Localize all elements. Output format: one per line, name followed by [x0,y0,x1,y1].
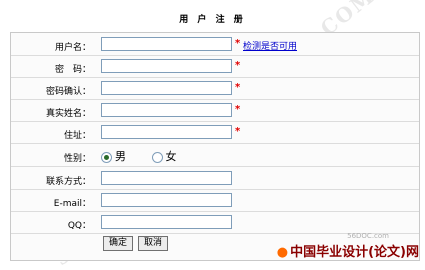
registration-form: 用户名： * 检测是否可用 密 码： * 密码确认： * 真实姓名： * 住址：… [10,32,420,261]
qq-label: QQ： [67,221,91,231]
gender-option-male[interactable]: 男 [101,148,126,164]
password-confirm-label: 密码确认： [45,87,91,97]
gender-option-female-label: 女 [165,150,177,163]
password-confirm-input[interactable] [101,81,232,95]
required-mark: * [235,60,241,71]
china-graduation-logo-icon: ● [276,245,289,260]
username-label: 用户名： [54,43,91,53]
form-row-username: 用户名： * 检测是否可用 [11,35,419,56]
gender-option-male-label: 男 [115,150,126,163]
password-input[interactable] [101,59,232,73]
password-label: 密 码： [54,65,91,75]
page-title: 用 户 注 册 [179,15,246,25]
confirm-button[interactable]: 确定 [103,236,134,251]
real-name-label: 真实姓名： [45,109,91,119]
address-input[interactable] [101,125,232,139]
brand-url: 56DOC.com [347,232,389,240]
brand-name: 中国毕业设计(论文)网 [290,245,419,260]
form-row-gender: 性别： 男 女 [11,146,419,167]
form-row-password: 密 码： * [11,57,419,78]
form-row-qq: QQ： [11,213,419,234]
real-name-input[interactable] [101,103,232,117]
radio-unchecked-icon[interactable] [151,151,163,163]
email-input[interactable] [101,193,232,207]
qq-input[interactable] [101,215,232,229]
form-row-address: 住址： * [11,123,419,144]
contact-label: 联系方式： [45,177,91,187]
required-mark: * [235,104,241,115]
cancel-button[interactable]: 取消 [138,236,169,251]
required-mark: * [235,82,241,93]
gender-option-female[interactable]: 女 [151,148,177,164]
form-row-password-confirm: 密码确认： * [11,79,419,100]
form-row-contact: 联系方式： [11,169,419,190]
required-mark: * [235,126,241,137]
required-mark: * [235,38,241,49]
address-label: 住址： [63,131,91,141]
contact-input[interactable] [101,171,232,185]
form-row-real-name: 真实姓名： * [11,101,419,122]
gender-label: 性别： [63,154,91,164]
gender-radio-group: 男 女 [101,148,199,164]
brand-logo: ● 中国毕业设计(论文)网 [277,241,419,260]
check-availability-link[interactable]: 检测是否可用 [243,39,297,52]
email-label: E-mail： [53,199,91,209]
username-input[interactable] [101,37,232,51]
form-row-email: E-mail： [11,191,419,212]
radio-checked-icon[interactable] [101,151,112,163]
